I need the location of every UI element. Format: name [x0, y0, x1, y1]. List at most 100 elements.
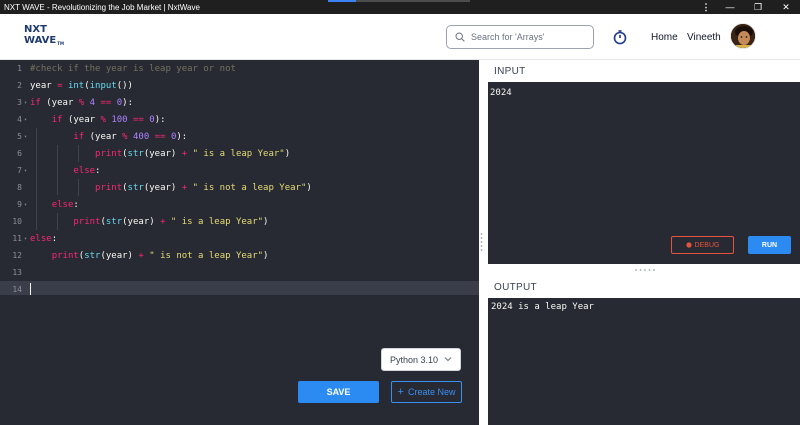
- bug-icon: [685, 242, 692, 248]
- code-token: str: [105, 216, 123, 227]
- search-input[interactable]: [471, 32, 591, 42]
- code-line: 3 ▾ if (year % 4 == 0):: [0, 94, 479, 111]
- code-token: ):: [154, 114, 166, 125]
- output-text: 2024 is a leap Year: [491, 302, 594, 312]
- restore-button[interactable]: ❐: [744, 0, 772, 14]
- code-token: if: [30, 97, 47, 108]
- code-token: (year): [143, 148, 182, 159]
- drag-handle-icon: [480, 233, 483, 251]
- avatar[interactable]: [730, 23, 756, 49]
- code-token: ): [263, 216, 269, 227]
- code-token: (year: [89, 131, 123, 142]
- code-token: str: [127, 182, 144, 193]
- stdin-value: 2024: [490, 88, 512, 98]
- output-heading: OUTPUT: [494, 281, 537, 293]
- line-number: 5: [17, 132, 22, 141]
- code-token: +: [138, 250, 150, 261]
- code-line: 5 ▾ if (year % 400 == 0):: [0, 128, 479, 145]
- code-token: " is a leap Year": [192, 148, 285, 159]
- nxtwave-logo[interactable]: NXT WAVE TM: [24, 24, 70, 50]
- code-line: 12 print(str(year) + " is not a leap Yea…: [0, 247, 479, 264]
- code-token: =: [57, 80, 68, 91]
- code-token: %: [78, 97, 90, 108]
- code-token: (year: [46, 97, 79, 108]
- code-line: 13: [0, 264, 479, 281]
- code-token: (year): [100, 250, 139, 261]
- code-line: 1 #check if the year is leap year or not: [0, 60, 479, 77]
- code-token: else: [51, 199, 74, 210]
- code-line: 11 ▾ else:: [0, 230, 479, 247]
- code-token: ==: [100, 97, 117, 108]
- logo-line-2: WAVE: [24, 35, 57, 46]
- code-token: " is not a leap Year": [149, 250, 264, 261]
- line-number: 8: [17, 183, 22, 192]
- code-token: :: [51, 233, 58, 244]
- line-number: 4: [17, 115, 22, 124]
- code-line: 2 year = int(input()): [0, 77, 479, 94]
- line-number: 9: [17, 200, 22, 209]
- code-token: ):: [176, 131, 188, 142]
- panel-resizer[interactable]: [479, 60, 484, 425]
- nav-home-link[interactable]: Home: [651, 32, 678, 43]
- output-panel-heading: OUTPUT: [484, 276, 800, 298]
- nav-user-name[interactable]: Vineeth: [687, 32, 721, 43]
- logo-trademark: TM: [57, 41, 64, 46]
- window-title: NXT WAVE - Revolutionizing the Job Marke…: [4, 2, 200, 12]
- code-line: 6 print(str(year) + " is a leap Year"): [0, 145, 479, 162]
- code-token: year: [30, 80, 58, 91]
- editor-footer: Python 3.10 SAVE + Create New: [0, 295, 479, 425]
- code-token: +: [181, 182, 193, 193]
- code-token: str: [127, 148, 144, 159]
- horizontal-drag-handle-icon[interactable]: [633, 268, 657, 272]
- code-token: %: [100, 114, 112, 125]
- code-line: 4 ▾ if (year % 100 == 0):: [0, 111, 479, 128]
- debug-button[interactable]: DEBUG: [671, 236, 734, 254]
- code-token: ): [284, 148, 291, 159]
- code-token: (year): [143, 182, 182, 193]
- code-token: else: [30, 233, 52, 244]
- code-token: ==: [133, 114, 150, 125]
- code-token: 400: [132, 131, 155, 142]
- run-button[interactable]: RUN: [748, 236, 791, 254]
- code-editor[interactable]: 1 #check if the year is leap year or not…: [0, 60, 479, 298]
- code-line: 9 ▾ else:: [0, 196, 479, 213]
- create-new-button[interactable]: + Create New: [391, 381, 462, 403]
- code-token: input: [89, 80, 117, 91]
- code-line: 8 print(str(year) + " is not a leap Year…: [0, 179, 479, 196]
- plus-icon: +: [397, 386, 404, 398]
- code-token: (year: [67, 114, 101, 125]
- debug-label: DEBUG: [694, 241, 720, 249]
- output-console: 2024 is a leap Year: [488, 298, 800, 425]
- code-token: if: [73, 131, 90, 142]
- search-box[interactable]: [446, 25, 594, 49]
- language-select-value: Python 3.10: [390, 354, 439, 365]
- stopwatch-icon[interactable]: [612, 29, 628, 45]
- close-button[interactable]: ✕: [772, 0, 800, 14]
- search-icon: [455, 32, 465, 42]
- code-token: print: [95, 182, 123, 193]
- chevron-down-icon: [444, 357, 452, 362]
- create-new-label: Create New: [407, 387, 456, 397]
- window-controls: ⋮ — ❐ ✕: [696, 0, 800, 14]
- code-token: print: [51, 250, 79, 261]
- code-token: ):: [122, 97, 133, 108]
- code-token: +: [160, 216, 171, 227]
- code-token: +: [181, 148, 193, 159]
- code-token: :: [73, 199, 79, 210]
- line-number: 14: [12, 285, 22, 294]
- code-token: print: [95, 148, 123, 159]
- window-menu-button[interactable]: ⋮: [696, 0, 716, 14]
- code-line: 7 ▾ else:: [0, 162, 479, 179]
- line-number: 6: [17, 149, 22, 158]
- code-token: ): [306, 182, 312, 193]
- minimize-button[interactable]: —: [716, 0, 744, 14]
- line-number: 11: [12, 234, 22, 243]
- save-button[interactable]: SAVE: [298, 381, 379, 403]
- taskbar-indicator: [328, 0, 470, 2]
- app-header: NXT WAVE TM Home Vineeth: [0, 14, 800, 60]
- logo-line-1: NXT: [24, 24, 47, 35]
- language-select[interactable]: Python 3.10: [381, 348, 461, 371]
- code-token: 100: [111, 114, 133, 125]
- code-token: else: [73, 165, 96, 176]
- code-token: int: [67, 80, 85, 91]
